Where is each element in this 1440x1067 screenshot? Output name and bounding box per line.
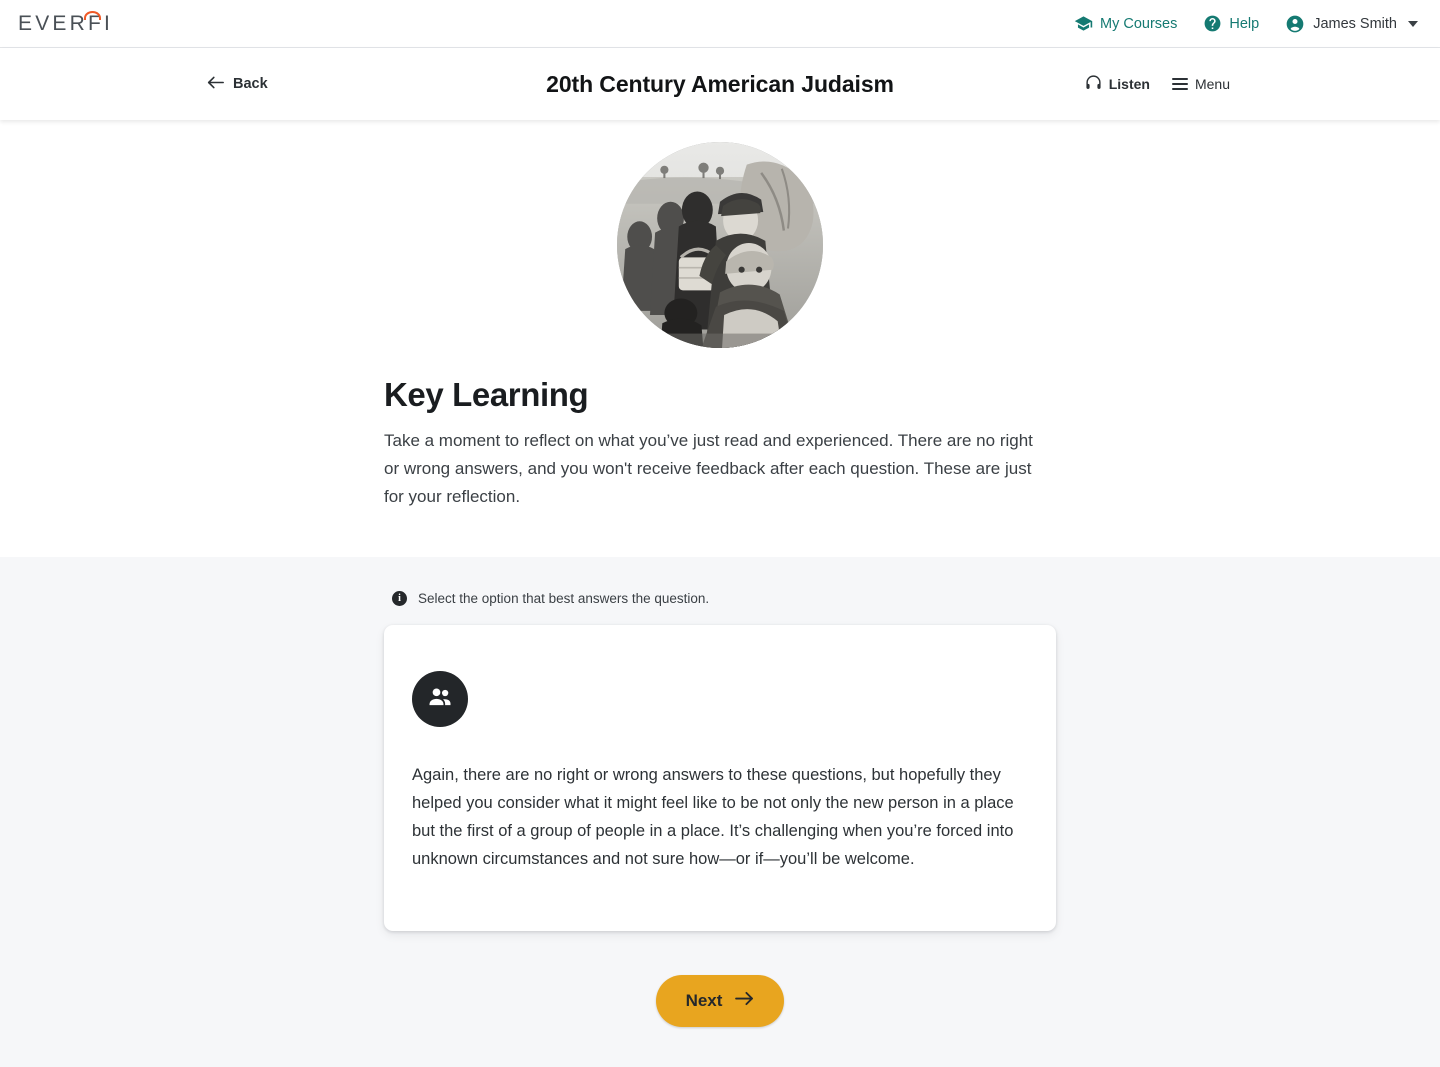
menu-button[interactable]: Menu: [1171, 76, 1230, 92]
header-tools: Listen Menu: [1085, 74, 1230, 94]
top-nav: My Courses Help James Smith: [1074, 14, 1418, 34]
back-button[interactable]: Back: [207, 75, 268, 94]
hero-photo: [617, 142, 823, 348]
key-learning-body: Take a moment to reflect on what you’ve …: [384, 431, 1033, 506]
account-circle-icon: [1285, 14, 1305, 34]
course-header-bar: Back 20th Century American Judaism Liste…: [0, 48, 1440, 120]
instruction-row: i Select the option that best answers th…: [392, 557, 1440, 606]
chevron-down-icon[interactable]: [1408, 20, 1418, 27]
question-card-text: Again, there are no right or wrong answe…: [412, 766, 1014, 868]
question-circle-icon: [1203, 14, 1222, 33]
graduation-cap-icon: [1074, 14, 1093, 33]
hero-image-wrap: [0, 142, 1440, 348]
arrow-left-icon: [207, 75, 224, 94]
key-learning-heading: Key Learning: [384, 376, 589, 413]
hero-section: Key Learning Take a moment to reflect on…: [0, 120, 1440, 557]
next-button-label: Next: [685, 991, 723, 1010]
headphones-icon: [1085, 74, 1102, 94]
arrow-right-icon: [735, 991, 754, 1011]
menu-button-label: Menu: [1194, 76, 1230, 92]
everfi-logo[interactable]: EVERFI: [18, 10, 113, 36]
listen-button-label: Listen: [1108, 76, 1150, 92]
next-button[interactable]: Next: [655, 975, 785, 1027]
hamburger-menu-icon: [1171, 78, 1188, 90]
top-utility-bar: EVERFI My Courses Help James Smith: [0, 0, 1440, 48]
nav-item-user-menu[interactable]: James Smith: [1285, 14, 1418, 34]
nav-item-my-courses-label: My Courses: [1100, 15, 1178, 32]
hero-photo-graphic: [617, 142, 823, 348]
nav-item-help[interactable]: Help: [1203, 14, 1259, 33]
hero-text-column: Key Learning Take a moment to reflect on…: [384, 376, 1044, 511]
back-button-label: Back: [233, 76, 268, 92]
nav-item-my-courses[interactable]: My Courses: [1074, 14, 1177, 33]
nav-item-user-label: James Smith: [1313, 15, 1397, 32]
listen-button[interactable]: Listen: [1085, 74, 1150, 94]
info-icon: i: [392, 591, 407, 606]
question-section: i Select the option that best answers th…: [0, 557, 1440, 1067]
people-group-icon: [426, 683, 454, 716]
question-card[interactable]: Again, there are no right or wrong answe…: [384, 625, 1056, 931]
question-card-badge: [412, 671, 468, 727]
nav-item-help-label: Help: [1229, 15, 1260, 32]
instruction-label: Select the option that best answers the …: [418, 591, 710, 606]
next-button-wrap: Next: [0, 975, 1440, 1027]
